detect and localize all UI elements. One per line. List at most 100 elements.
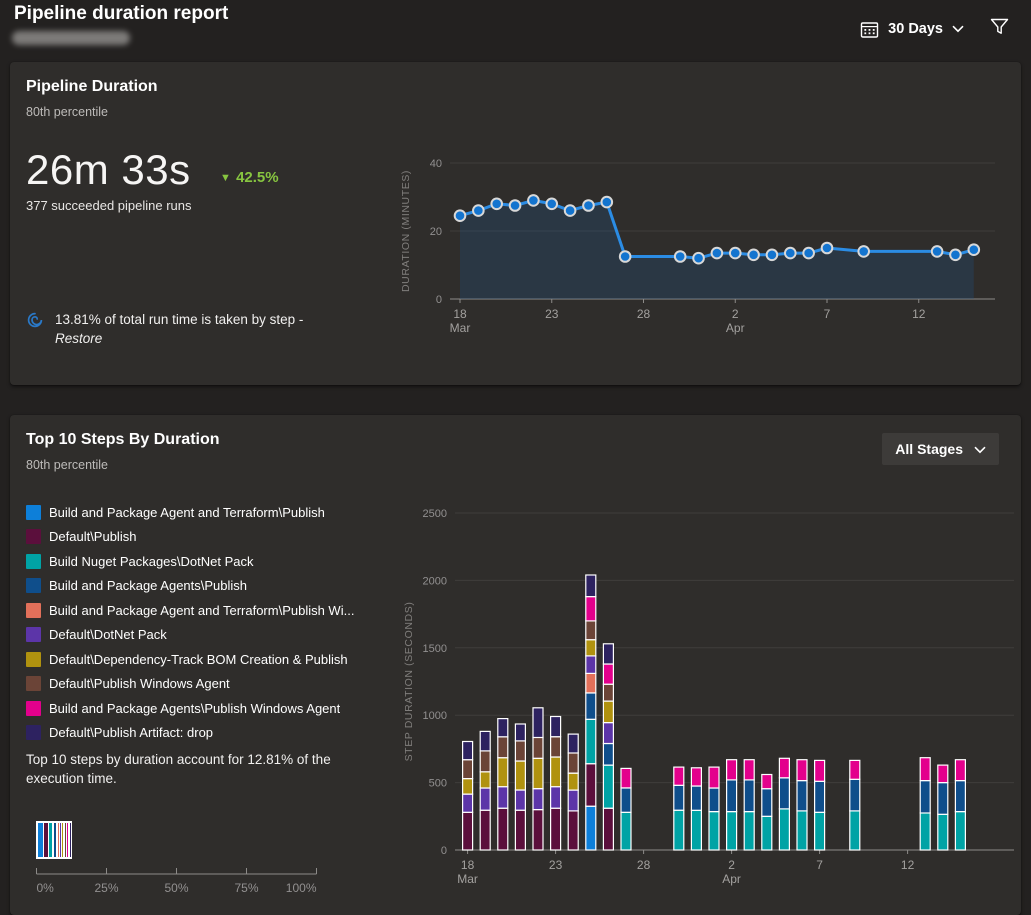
data-point[interactable] [930,245,944,258]
legend-item[interactable]: Build and Package Agents\Publish Windows… [26,696,396,721]
bar-segment[interactable] [743,779,755,813]
bar-segment[interactable] [796,780,808,812]
bar-segment[interactable] [532,757,544,790]
bar-segment[interactable] [602,683,614,702]
bar-segment[interactable] [937,813,949,851]
bar-segment[interactable] [585,692,597,720]
data-point[interactable] [728,246,742,260]
bar-segment[interactable] [567,789,579,812]
bar-segment[interactable] [849,810,861,851]
bar-segment[interactable] [532,736,544,759]
bar-segment[interactable] [796,759,808,782]
data-point[interactable] [490,197,503,211]
bar-segment[interactable] [778,777,790,810]
bar-segment[interactable] [708,811,720,851]
bar-segment[interactable] [602,807,614,851]
data-point[interactable] [472,204,485,217]
data-point[interactable] [692,251,705,265]
bar-segment[interactable] [761,773,773,790]
bar-segment[interactable] [849,759,861,780]
bar-segment[interactable] [919,757,931,782]
data-point[interactable] [563,204,577,217]
execution-share-segment[interactable] [38,823,43,857]
data-point[interactable] [765,248,779,262]
legend-item[interactable]: Build Nuget Packages\DotNet Pack [26,549,396,574]
bar-segment[interactable] [673,784,685,811]
data-point[interactable] [747,248,760,262]
bar-segment[interactable] [690,785,702,811]
data-point[interactable] [802,246,815,260]
legend-item[interactable]: Default\Dependency-Track BOM Creation & … [26,647,396,672]
bar-segment[interactable] [567,810,579,851]
execution-share-segment[interactable] [64,823,66,857]
bar-segment[interactable] [726,759,738,781]
bar-segment[interactable] [602,764,614,809]
data-point[interactable] [600,195,614,209]
execution-share-segment[interactable] [60,823,61,857]
bar-segment[interactable] [849,778,861,812]
execution-share-segment[interactable] [69,823,71,857]
stages-filter-dropdown[interactable]: All Stages [882,433,999,465]
legend-item[interactable]: Build and Package Agent and Terraform\Pu… [26,598,396,623]
bar-segment[interactable] [585,595,597,622]
bar-segment[interactable] [550,807,562,851]
data-point[interactable] [857,245,871,258]
bar-segment[interactable] [919,812,931,851]
bar-segment[interactable] [602,742,614,766]
bar-segment[interactable] [726,779,738,813]
bar-segment[interactable] [497,736,509,759]
insight-step-link[interactable]: Restore [55,329,303,348]
bar-segment[interactable] [585,620,597,641]
bar-segment[interactable] [461,740,474,761]
bar-segment[interactable] [954,780,967,813]
bar-segment[interactable] [550,786,562,809]
bar-segment[interactable] [690,767,702,787]
bar-segment[interactable] [690,809,702,851]
filter-button[interactable] [990,18,1009,40]
bar-segment[interactable] [461,759,474,780]
bar-segment[interactable] [814,780,826,813]
bar-segment[interactable] [585,763,597,807]
bar-segment[interactable] [479,787,491,811]
bar-segment[interactable] [937,764,949,784]
execution-share-segment[interactable] [62,823,64,857]
bar-segment[interactable] [743,759,755,781]
bar-segment[interactable] [479,730,491,752]
execution-share-segment[interactable] [44,823,48,857]
bar-segment[interactable] [602,700,614,724]
bar-segment[interactable] [532,788,544,811]
bar-segment[interactable] [761,815,773,851]
bar-segment[interactable] [514,723,527,742]
bar-segment[interactable] [550,715,562,738]
bar-segment[interactable] [514,809,527,851]
execution-share-segment[interactable] [49,823,53,857]
bar-segment[interactable] [778,757,790,779]
bar-segment[interactable] [708,766,720,789]
bar-segment[interactable] [532,809,544,851]
bar-segment[interactable] [532,707,544,739]
bar-segment[interactable] [479,771,491,789]
legend-item[interactable]: Default\DotNet Pack [26,623,396,648]
bar-segment[interactable] [585,574,597,598]
bar-segment[interactable] [761,788,773,817]
bar-segment[interactable] [620,767,632,789]
bar-segment[interactable] [550,736,562,758]
bar-segment[interactable] [919,780,931,814]
bar-segment[interactable] [550,756,562,788]
bar-segment[interactable] [743,811,755,851]
bar-segment[interactable] [585,655,597,674]
data-point[interactable] [582,199,595,212]
data-point[interactable] [508,199,522,212]
bar-segment[interactable] [567,772,579,791]
data-point[interactable] [673,250,687,263]
bar-segment[interactable] [479,809,491,851]
date-range-dropdown[interactable]: 30 Days [860,20,964,39]
bar-segment[interactable] [567,752,579,774]
legend-item[interactable]: Build and Package Agent and Terraform\Pu… [26,500,396,525]
data-point[interactable] [949,248,962,262]
bar-segment[interactable] [585,718,597,765]
data-point[interactable] [453,209,467,222]
bar-segment[interactable] [620,787,632,813]
data-point[interactable] [967,243,981,256]
bar-segment[interactable] [602,643,614,665]
